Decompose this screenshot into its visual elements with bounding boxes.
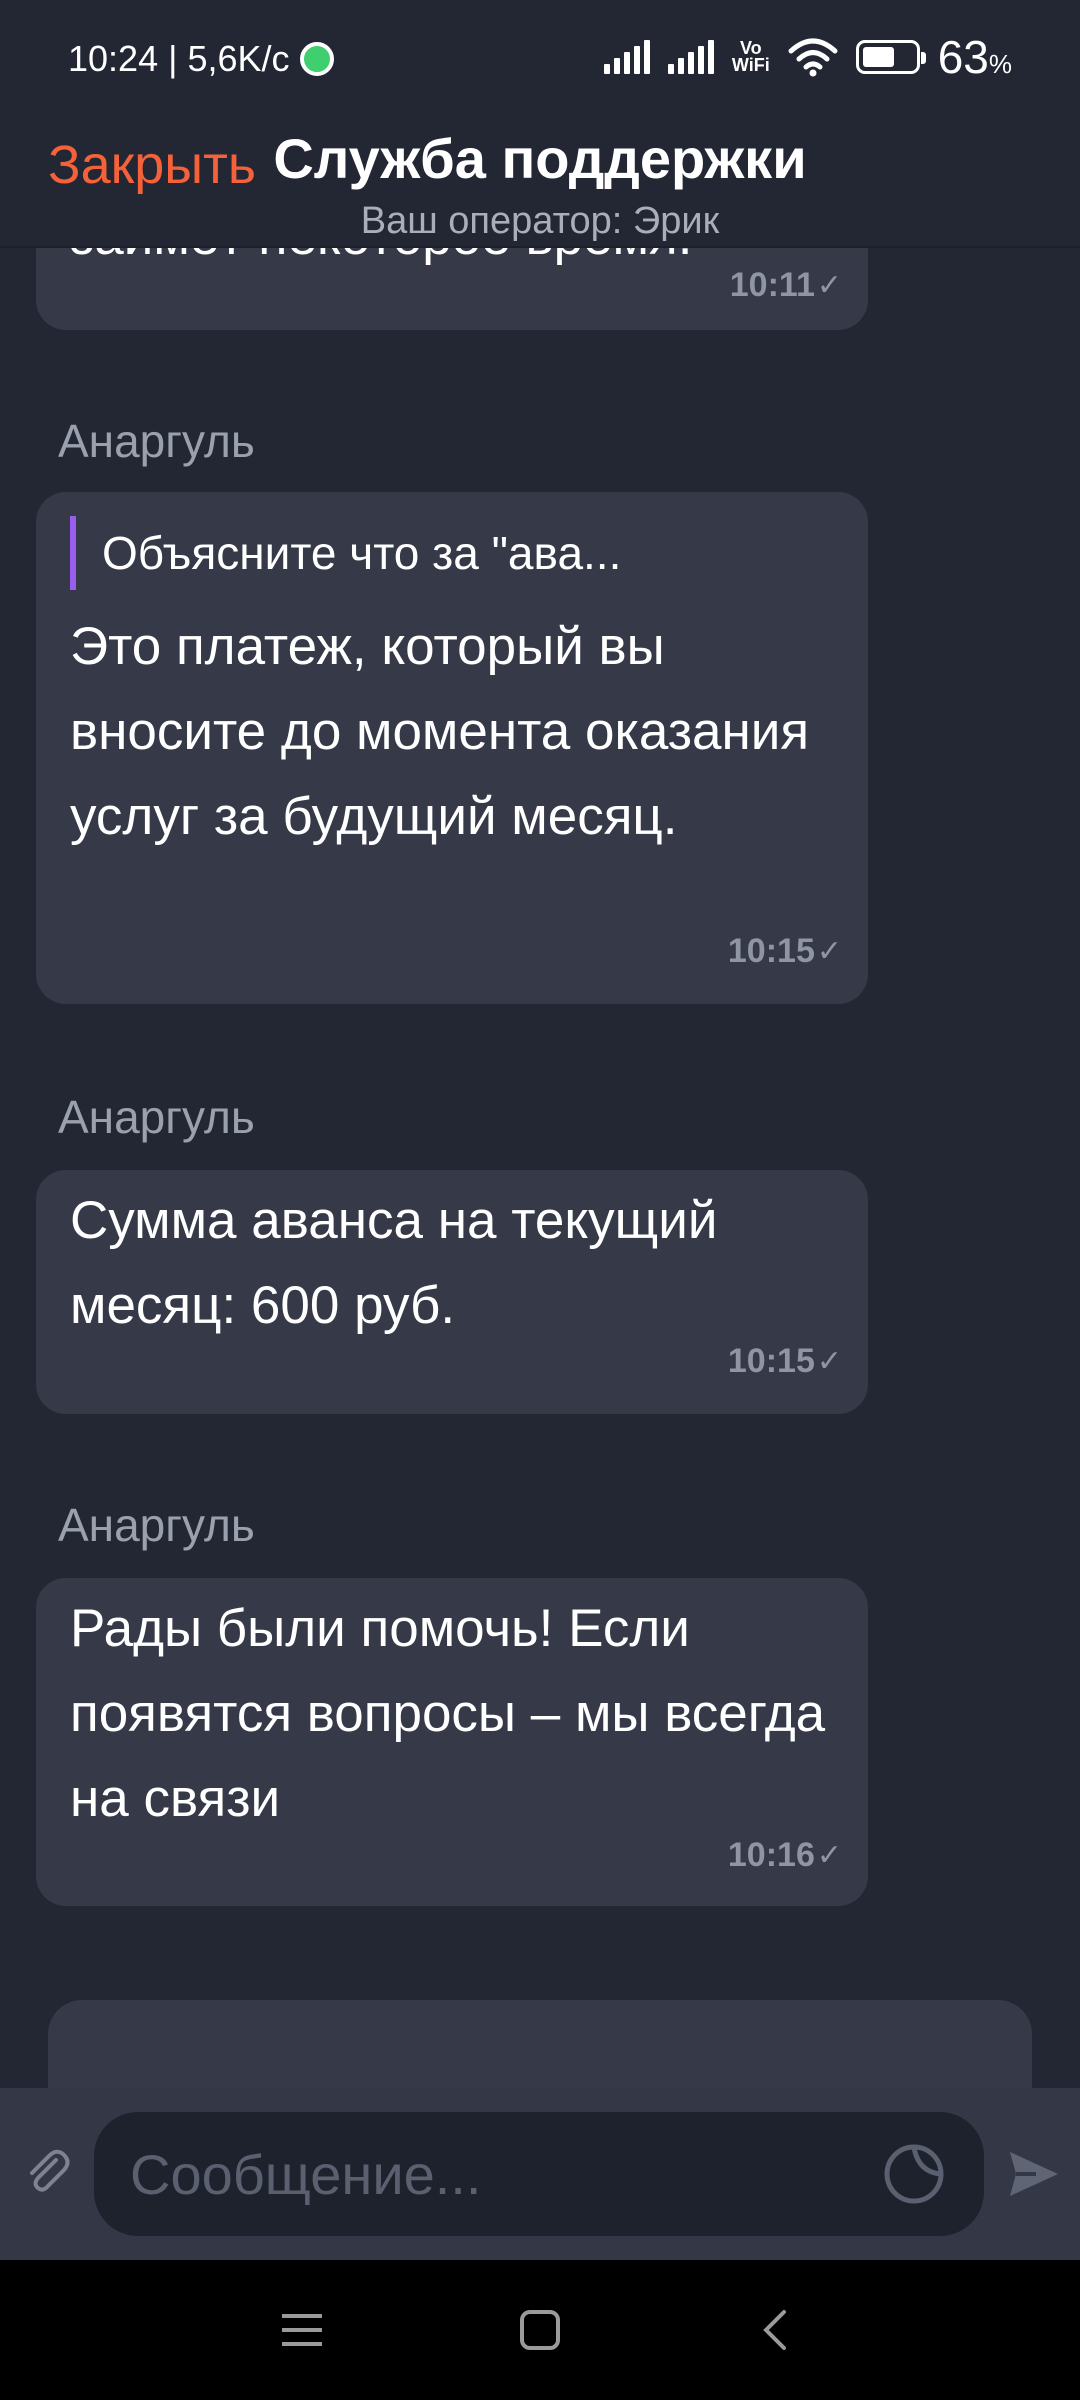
check-icon: ✓ — [816, 269, 842, 302]
wifi-icon — [788, 38, 838, 77]
vowifi-icon: Vo WiFi — [731, 39, 770, 75]
message-bubble: займёт некоторое время. 10:11 ✓ — [36, 248, 868, 330]
paperclip-icon[interactable] — [20, 2144, 74, 2198]
message-bubble: Рады были помочь! Если появятся вопросы … — [36, 1578, 868, 1906]
vpn-app-icon — [299, 42, 334, 76]
message-time-value: 10:11 — [729, 266, 815, 304]
battery-icon — [855, 40, 926, 74]
message-time: 10:15 ✓ — [728, 1342, 842, 1381]
menu-icon[interactable] — [280, 2308, 324, 2352]
home-icon[interactable] — [518, 2308, 562, 2352]
message-bubble: Сумма аванса на текущий месяц: 600 руб. … — [36, 1170, 868, 1414]
check-icon: ✓ — [816, 1345, 842, 1378]
battery-fill — [862, 47, 895, 67]
message-bubble: Объясните что за "ава... Это платеж, кот… — [36, 492, 868, 1004]
sender-name: Анаргуль — [58, 1091, 255, 1143]
quoted-message[interactable]: Объясните что за "ава... — [70, 516, 828, 590]
check-icon: ✓ — [816, 1839, 842, 1872]
message-time: 10:11 ✓ — [730, 266, 842, 305]
status-right: Vo WiFi 63% — [603, 30, 1012, 84]
message-input-wrapper — [94, 2112, 984, 2236]
operator-subtitle: Ваш оператор: Эрик — [360, 200, 720, 242]
battery-percent: 63% — [938, 30, 1012, 84]
message-time: 10:15 ✓ — [728, 932, 842, 971]
battery-unit: % — [988, 49, 1012, 79]
message-text: Рады были помочь! Если появятся вопросы … — [70, 1599, 826, 1828]
message-time-value: 10:15 — [727, 932, 815, 970]
message-feed[interactable]: займёт некоторое время. 10:11 ✓ Анаргуль… — [0, 248, 1080, 2088]
message-time-value: 10:16 — [727, 1836, 815, 1874]
signal-2-icon — [667, 40, 714, 74]
check-icon: ✓ — [816, 935, 842, 968]
sender-name: Анаргуль — [58, 1499, 255, 1551]
system-nav-bar — [0, 2260, 1080, 2400]
status-left: 10:24 | 5,6K/c — [68, 38, 334, 80]
message-time-value: 10:15 — [727, 1342, 815, 1380]
rating-card — [48, 2000, 1032, 2088]
message-text: Сумма аванса на текущий месяц: 600 руб. — [70, 1191, 718, 1335]
sticker-icon[interactable] — [882, 2142, 946, 2206]
sender-name: Анаргуль — [58, 415, 255, 467]
message-input[interactable] — [130, 2112, 850, 2236]
message-text: займёт некоторое время. — [70, 248, 828, 279]
close-button[interactable]: Закрыть — [48, 134, 256, 196]
message-text: Это платеж, который вы вносите до момент… — [70, 617, 810, 846]
chat-screen: 10:24 | 5,6K/c Vo WiFi 63% Служба поддер… — [0, 0, 1080, 2400]
status-time: 10:24 | 5,6K/c — [68, 38, 290, 79]
send-icon[interactable] — [1006, 2146, 1062, 2202]
battery-value: 63 — [937, 31, 989, 83]
chat-header: Служба поддержки Ваш оператор: Эрик Закр… — [0, 120, 1080, 248]
message-composer — [0, 2088, 1080, 2260]
back-icon[interactable] — [754, 2308, 798, 2352]
message-time: 10:16 ✓ — [728, 1836, 842, 1875]
status-bar: 10:24 | 5,6K/c Vo WiFi 63% — [0, 0, 1080, 120]
vowifi-bottom: WiFi — [731, 55, 770, 75]
signal-icon — [603, 40, 650, 74]
